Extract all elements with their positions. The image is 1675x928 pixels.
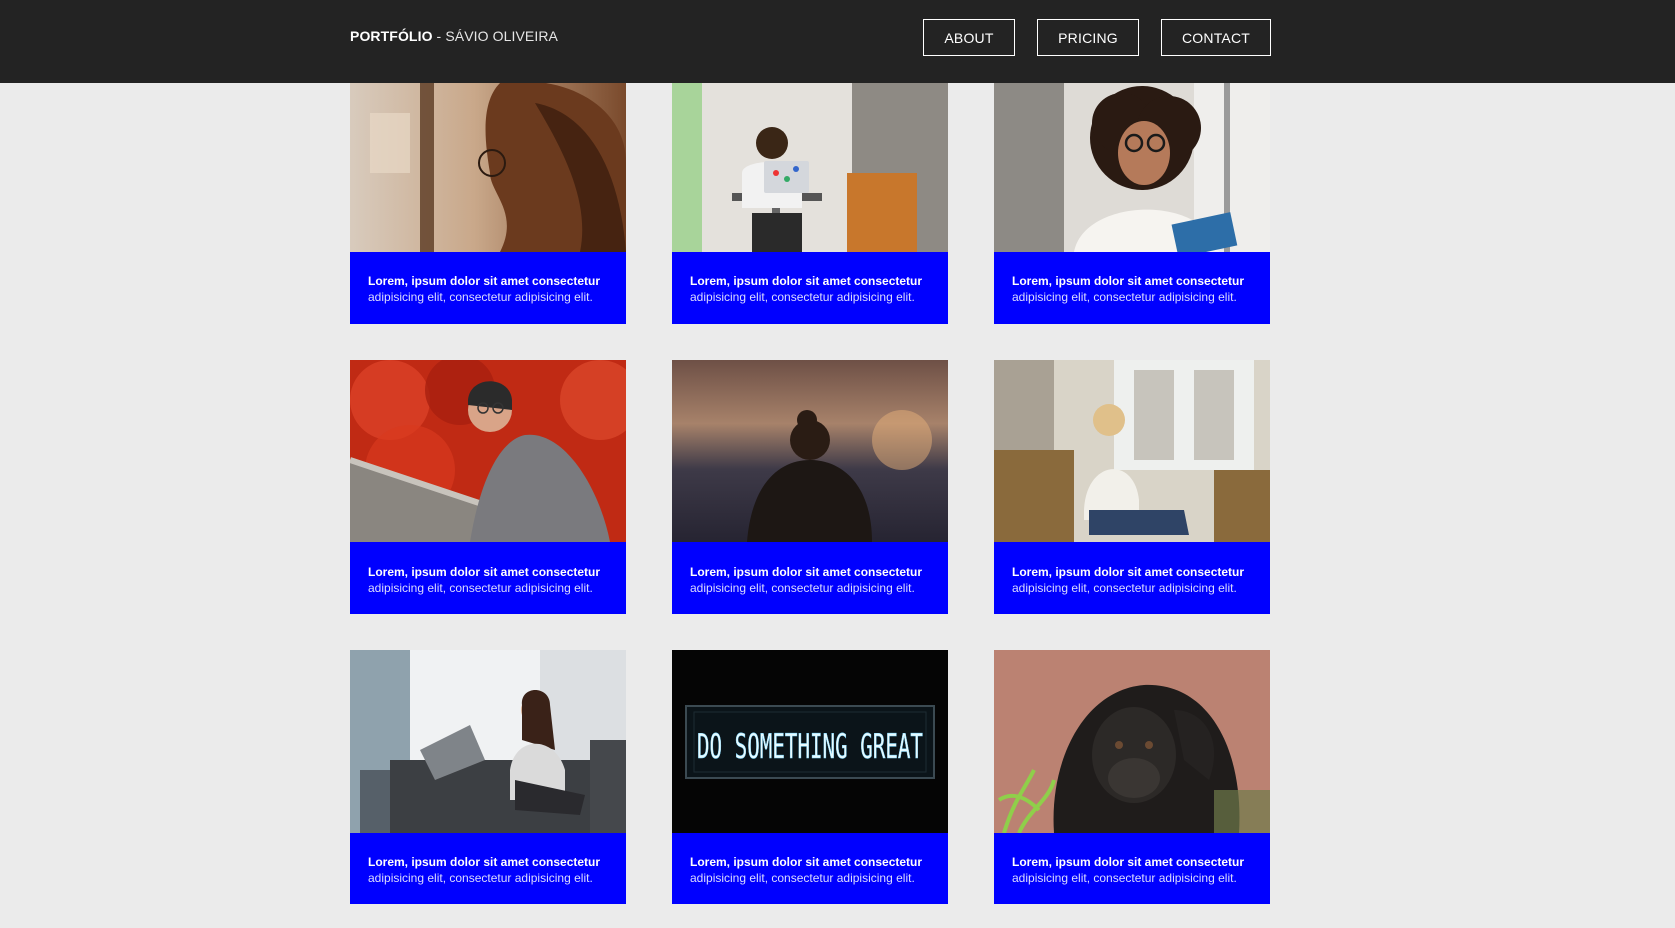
card-caption: Lorem, ipsum dolor sit amet consectetur … <box>1012 273 1244 305</box>
card-caption: Lorem, ipsum dolor sit amet consectetur … <box>368 564 600 596</box>
portfolio-card[interactable]: Lorem, ipsum dolor sit amet consectetur … <box>994 360 1270 614</box>
card-text: adipisicing elit, consectetur adipisicin… <box>1012 871 1237 885</box>
site-brand[interactable]: PORTFÓLIO - SÁVIO OLIVEIRA <box>350 28 558 44</box>
card-caption: Lorem, ipsum dolor sit amet consectetur … <box>690 564 922 596</box>
nav-pricing-button[interactable]: PRICING <box>1037 19 1139 56</box>
header: PORTFÓLIO - SÁVIO OLIVEIRA ABOUT PRICING… <box>0 0 1675 83</box>
card-caption: Lorem, ipsum dolor sit amet consectetur … <box>368 273 600 305</box>
card-text: adipisicing elit, consectetur adipisicin… <box>368 581 593 595</box>
card-text: adipisicing elit, consectetur adipisicin… <box>1012 581 1237 595</box>
woman-sunset-city-view-photo <box>672 360 948 542</box>
card-text: adipisicing elit, consectetur adipisicin… <box>368 871 593 885</box>
card-caption: Lorem, ipsum dolor sit amet consectetur … <box>1012 854 1244 886</box>
neon-sign-text: DO SOMETHING GREAT <box>697 727 923 767</box>
portfolio-card[interactable]: Lorem, ipsum dolor sit amet consectetur … <box>994 83 1270 324</box>
woman-window-glasses-photo <box>350 83 626 252</box>
portfolio-card[interactable]: Lorem, ipsum dolor sit amet consectetur … <box>350 650 626 904</box>
gorilla-photo <box>994 650 1270 833</box>
card-title: Lorem, ipsum dolor sit amet consectetur <box>1012 855 1245 869</box>
brand-title: PORTFÓLIO <box>350 28 433 44</box>
card-caption: Lorem, ipsum dolor sit amet consectetur … <box>690 273 922 305</box>
card-title: Lorem, ipsum dolor sit amet consectetur <box>690 565 923 579</box>
card-title: Lorem, ipsum dolor sit amet consectetur <box>1012 274 1245 288</box>
nav-contact-button[interactable]: CONTACT <box>1161 19 1271 56</box>
card-text: adipisicing elit, consectetur adipisicin… <box>690 290 915 304</box>
card-text: adipisicing elit, consectetur adipisicin… <box>1012 290 1237 304</box>
card-caption: Lorem, ipsum dolor sit amet consectetur … <box>1012 564 1244 596</box>
portfolio-card[interactable]: Lorem, ipsum dolor sit amet consectetur … <box>672 83 948 324</box>
card-title: Lorem, ipsum dolor sit amet consectetur <box>368 855 601 869</box>
card-title: Lorem, ipsum dolor sit amet consectetur <box>368 274 601 288</box>
portfolio-card[interactable]: Lorem, ipsum dolor sit amet consectetur … <box>350 83 626 324</box>
card-text: adipisicing elit, consectetur adipisicin… <box>690 871 915 885</box>
woman-red-leaves-smiling-photo <box>350 360 626 542</box>
nav-about-button[interactable]: ABOUT <box>923 19 1015 56</box>
card-title: Lorem, ipsum dolor sit amet consectetur <box>690 855 923 869</box>
card-title: Lorem, ipsum dolor sit amet consectetur <box>690 274 923 288</box>
portfolio-card[interactable]: DO SOMETHING GREAT Lorem, ipsum dolor si… <box>672 650 948 904</box>
woman-curly-hair-reading-photo <box>994 83 1270 252</box>
card-text: adipisicing elit, consectetur adipisicin… <box>690 581 915 595</box>
portfolio-card[interactable]: Lorem, ipsum dolor sit amet consectetur … <box>672 360 948 614</box>
card-caption: Lorem, ipsum dolor sit amet consectetur … <box>368 854 600 886</box>
woman-armchair-window-photo <box>994 360 1270 542</box>
card-title: Lorem, ipsum dolor sit amet consectetur <box>368 565 601 579</box>
card-title: Lorem, ipsum dolor sit amet consectetur <box>1012 565 1245 579</box>
woman-laptop-couch-photo <box>350 650 626 833</box>
man-laptop-stress-photo <box>672 83 948 252</box>
neon-sign-photo: DO SOMETHING GREAT <box>672 650 948 833</box>
card-text: adipisicing elit, consectetur adipisicin… <box>368 290 593 304</box>
portfolio-card[interactable]: Lorem, ipsum dolor sit amet consectetur … <box>350 360 626 614</box>
card-caption: Lorem, ipsum dolor sit amet consectetur … <box>690 854 922 886</box>
brand-author: SÁVIO OLIVEIRA <box>445 28 558 44</box>
brand-separator: - <box>432 28 446 44</box>
portfolio-card[interactable]: Lorem, ipsum dolor sit amet consectetur … <box>994 650 1270 904</box>
